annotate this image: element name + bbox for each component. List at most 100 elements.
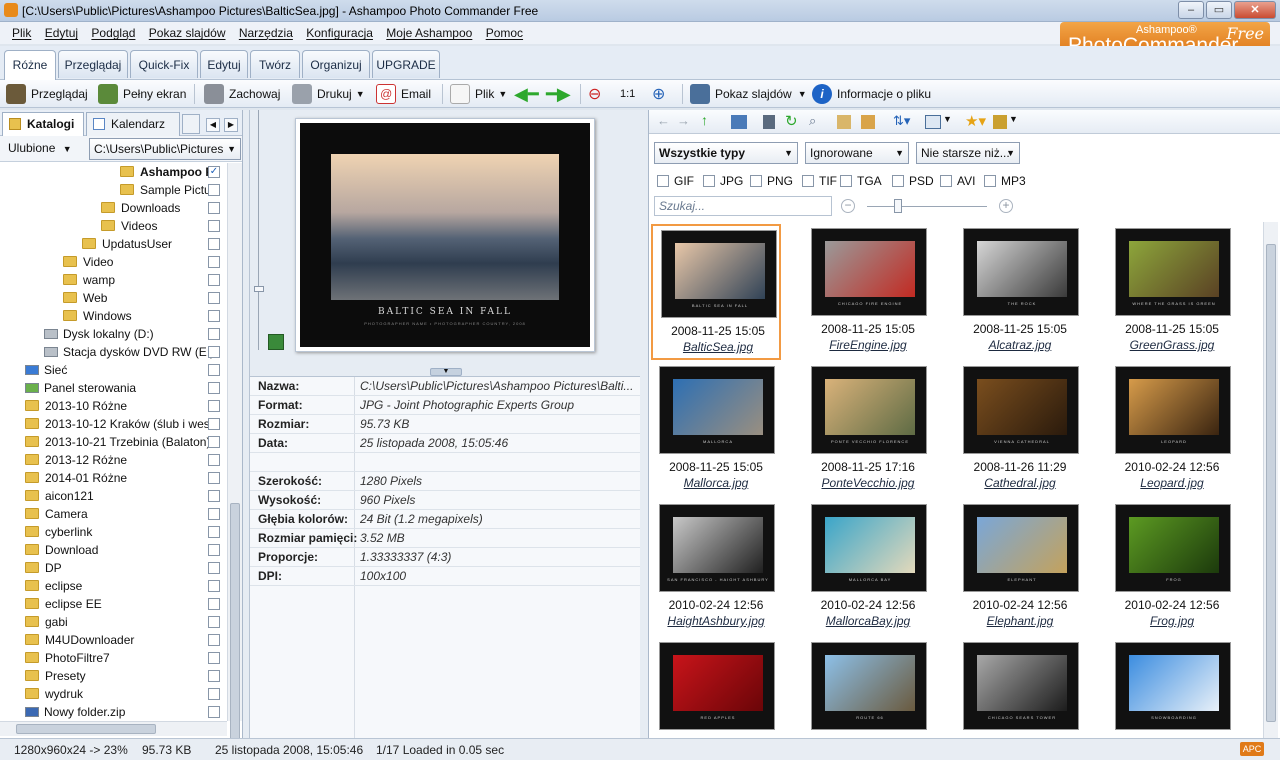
thumbnail[interactable]: BALTIC SEA IN FALL 2008-11-25 15:05 Baltic… <box>651 224 781 360</box>
tab-scroll-left-button[interactable]: ◀ <box>206 118 220 132</box>
sort-icon[interactable]: ⇅▾ <box>893 113 910 129</box>
ignored-select[interactable]: Ignorowane ▼ <box>805 142 909 164</box>
tree-item[interactable]: eclipse <box>25 577 82 595</box>
minimize-button[interactable]: – <box>1178 1 1204 19</box>
thumbnail-filename[interactable]: Mallorca.jpg <box>651 476 781 490</box>
thumbnail-filename[interactable]: FireEngine.jpg <box>803 338 933 352</box>
tree-item-checkbox[interactable] <box>208 328 220 340</box>
thumbnail-filename[interactable]: Leopard.jpg <box>1107 476 1237 490</box>
thumbnail[interactable]: RED APPLES <box>651 638 781 738</box>
close-button[interactable]: ✕ <box>1234 1 1276 19</box>
chevron-down-icon[interactable]: ▼ <box>356 89 365 99</box>
tree-item[interactable]: Web <box>63 289 107 307</box>
file-info-button[interactable]: i Informacje o pliku <box>812 84 931 104</box>
tree-item-checkbox[interactable] <box>208 616 220 628</box>
tree-item-checkbox[interactable] <box>208 274 220 286</box>
tree-item-checkbox[interactable] <box>208 580 220 592</box>
tools-icon[interactable] <box>993 115 1007 129</box>
panel-splitter-toggle[interactable]: ▼ <box>430 368 462 376</box>
maximize-button[interactable]: ▭ <box>1206 1 1232 19</box>
tree-item[interactable]: Sample Pictu <box>120 181 211 199</box>
tree-item-checkbox[interactable] <box>208 364 220 376</box>
chevron-down-icon[interactable]: ▼ <box>498 89 507 99</box>
up-folder-icon[interactable]: ↑ <box>701 112 708 128</box>
forward-arrow-button[interactable]: ━▶ <box>546 84 571 104</box>
thumbnail[interactable]: CHICAGO SEARS TOWER <box>955 638 1085 738</box>
tree-vertical-scrollbar[interactable] <box>227 163 242 751</box>
tree-item-checkbox[interactable] <box>208 562 220 574</box>
filetype-checkbox-gif[interactable]: GIF <box>657 174 694 188</box>
tree-item-checkbox[interactable] <box>208 652 220 664</box>
tab-przegladaj[interactable]: Przeglądaj <box>58 50 128 78</box>
tree-item-checkbox[interactable] <box>208 220 220 232</box>
filetype-checkbox-psd[interactable]: PSD <box>892 174 934 188</box>
age-filter-select[interactable]: Nie starsze niż... ▼ <box>916 142 1020 164</box>
tree-item[interactable]: Nowy folder.zip <box>25 703 125 721</box>
tree-item-checkbox[interactable] <box>208 382 220 394</box>
tree-item-checkbox[interactable] <box>208 292 220 304</box>
thumbnail-filename[interactable]: Alcatraz.jpg <box>955 338 1085 352</box>
thumbnail[interactable]: PONTE VECCHIO FLORENCE 2008-11-25 17:16 Po… <box>803 362 933 498</box>
tree-item[interactable]: gabi <box>25 613 68 631</box>
tree-item[interactable]: 2014-01 Różne <box>25 469 127 487</box>
menu-narzedzia[interactable]: Narzędzia <box>239 22 293 44</box>
tree-item[interactable]: UpdatusUser <box>82 235 172 253</box>
tree-item[interactable]: 2013-10-21 Trzebinia (Balaton) <box>25 433 210 451</box>
thumbnail[interactable]: VIENNA CATHEDRAL 2008-11-26 11:29 Cathedra… <box>955 362 1085 498</box>
refresh-icon[interactable]: ↻ <box>785 112 798 130</box>
tree-item-checkbox[interactable]: ✓ <box>208 166 220 178</box>
back-arrow-button[interactable]: ◀━ <box>514 84 539 104</box>
tree-item-checkbox[interactable] <box>208 490 220 502</box>
tab-catalogs[interactable]: Katalogi <box>2 112 84 136</box>
thumbnails-vertical-scrollbar[interactable] <box>1263 222 1278 738</box>
tree-item[interactable]: aicon121 <box>25 487 94 505</box>
tree-item-checkbox[interactable] <box>208 256 220 268</box>
tree-item[interactable]: PhotoFiltre7 <box>25 649 110 667</box>
filetype-checkbox-avi[interactable]: AVI <box>940 174 975 188</box>
tree-item-checkbox[interactable] <box>208 436 220 448</box>
browse-button[interactable]: Przeglądaj <box>6 84 88 104</box>
tab-calendar[interactable]: Kalendarz <box>86 112 180 136</box>
thumbnail[interactable]: FROG 2010-02-24 12:56 Frog.jpg <box>1107 500 1237 636</box>
menu-pomoc[interactable]: Pomoc <box>486 22 523 44</box>
view-icon[interactable] <box>731 115 747 129</box>
menu-moje-ashampoo[interactable]: Moje Ashampoo <box>386 22 472 44</box>
thumbnail-filename[interactable]: Elephant.jpg <box>955 614 1085 628</box>
star-icon[interactable]: ★▾ <box>965 112 986 130</box>
tree-item-checkbox[interactable] <box>208 706 220 718</box>
tree-item[interactable]: eclipse EE <box>25 595 102 613</box>
tree-item-checkbox[interactable] <box>208 400 220 412</box>
zoom-plus-button[interactable]: + <box>999 199 1013 213</box>
chevron-down-icon[interactable]: ▼ <box>943 114 952 124</box>
tree-item-checkbox[interactable] <box>208 634 220 646</box>
tab-rozne[interactable]: Różne <box>4 50 56 80</box>
tree-item-checkbox[interactable] <box>208 346 220 358</box>
slideshow-button[interactable]: Pokaz slajdów ▼ <box>690 84 807 104</box>
tab-scroll-right-button[interactable]: ▶ <box>224 118 238 132</box>
zoom-out-button[interactable]: ⊖ <box>588 84 601 104</box>
favorites-dropdown[interactable]: Ulubione ▼ <box>8 141 72 155</box>
tree-item[interactable]: M4UDownloader <box>25 631 134 649</box>
tree-item[interactable]: DP <box>25 559 62 577</box>
thumbnail[interactable]: SAN FRANCISCO - HAIGHT ASHBURY 2010-02-24… <box>651 500 781 636</box>
chevron-down-icon[interactable]: ▼ <box>1009 114 1018 124</box>
scroll-thumb[interactable] <box>230 503 240 751</box>
move-icon[interactable] <box>861 115 875 129</box>
tree-item-checkbox[interactable] <box>208 418 220 430</box>
tree-item[interactable]: Camera <box>25 505 88 523</box>
tree-item[interactable]: Panel sterowania <box>25 379 136 397</box>
tree-item[interactable]: cyberlink <box>25 523 92 541</box>
thumbnail[interactable]: WHERE THE GRASS IS GREEN 2008-11-25 15:05… <box>1107 224 1237 360</box>
tab-tworz[interactable]: Twórz <box>250 50 300 78</box>
tree-item[interactable]: wamp <box>63 271 115 289</box>
tree-item[interactable]: Ashampoo P <box>120 163 213 181</box>
menu-plik[interactable]: Plik <box>12 22 31 44</box>
zoom-slider[interactable] <box>254 110 264 350</box>
thumbnail-filename[interactable]: PonteVecchio.jpg <box>803 476 933 490</box>
menu-konfiguracja[interactable]: Konfiguracja <box>306 22 373 44</box>
tree-item-checkbox[interactable] <box>208 472 220 484</box>
copy-icon[interactable] <box>837 115 851 129</box>
path-dropdown[interactable]: C:\Users\Public\Pictures ▼ <box>89 138 241 160</box>
list-icon[interactable] <box>763 115 775 129</box>
file-menu-button[interactable]: Plik ▼ <box>450 84 507 104</box>
